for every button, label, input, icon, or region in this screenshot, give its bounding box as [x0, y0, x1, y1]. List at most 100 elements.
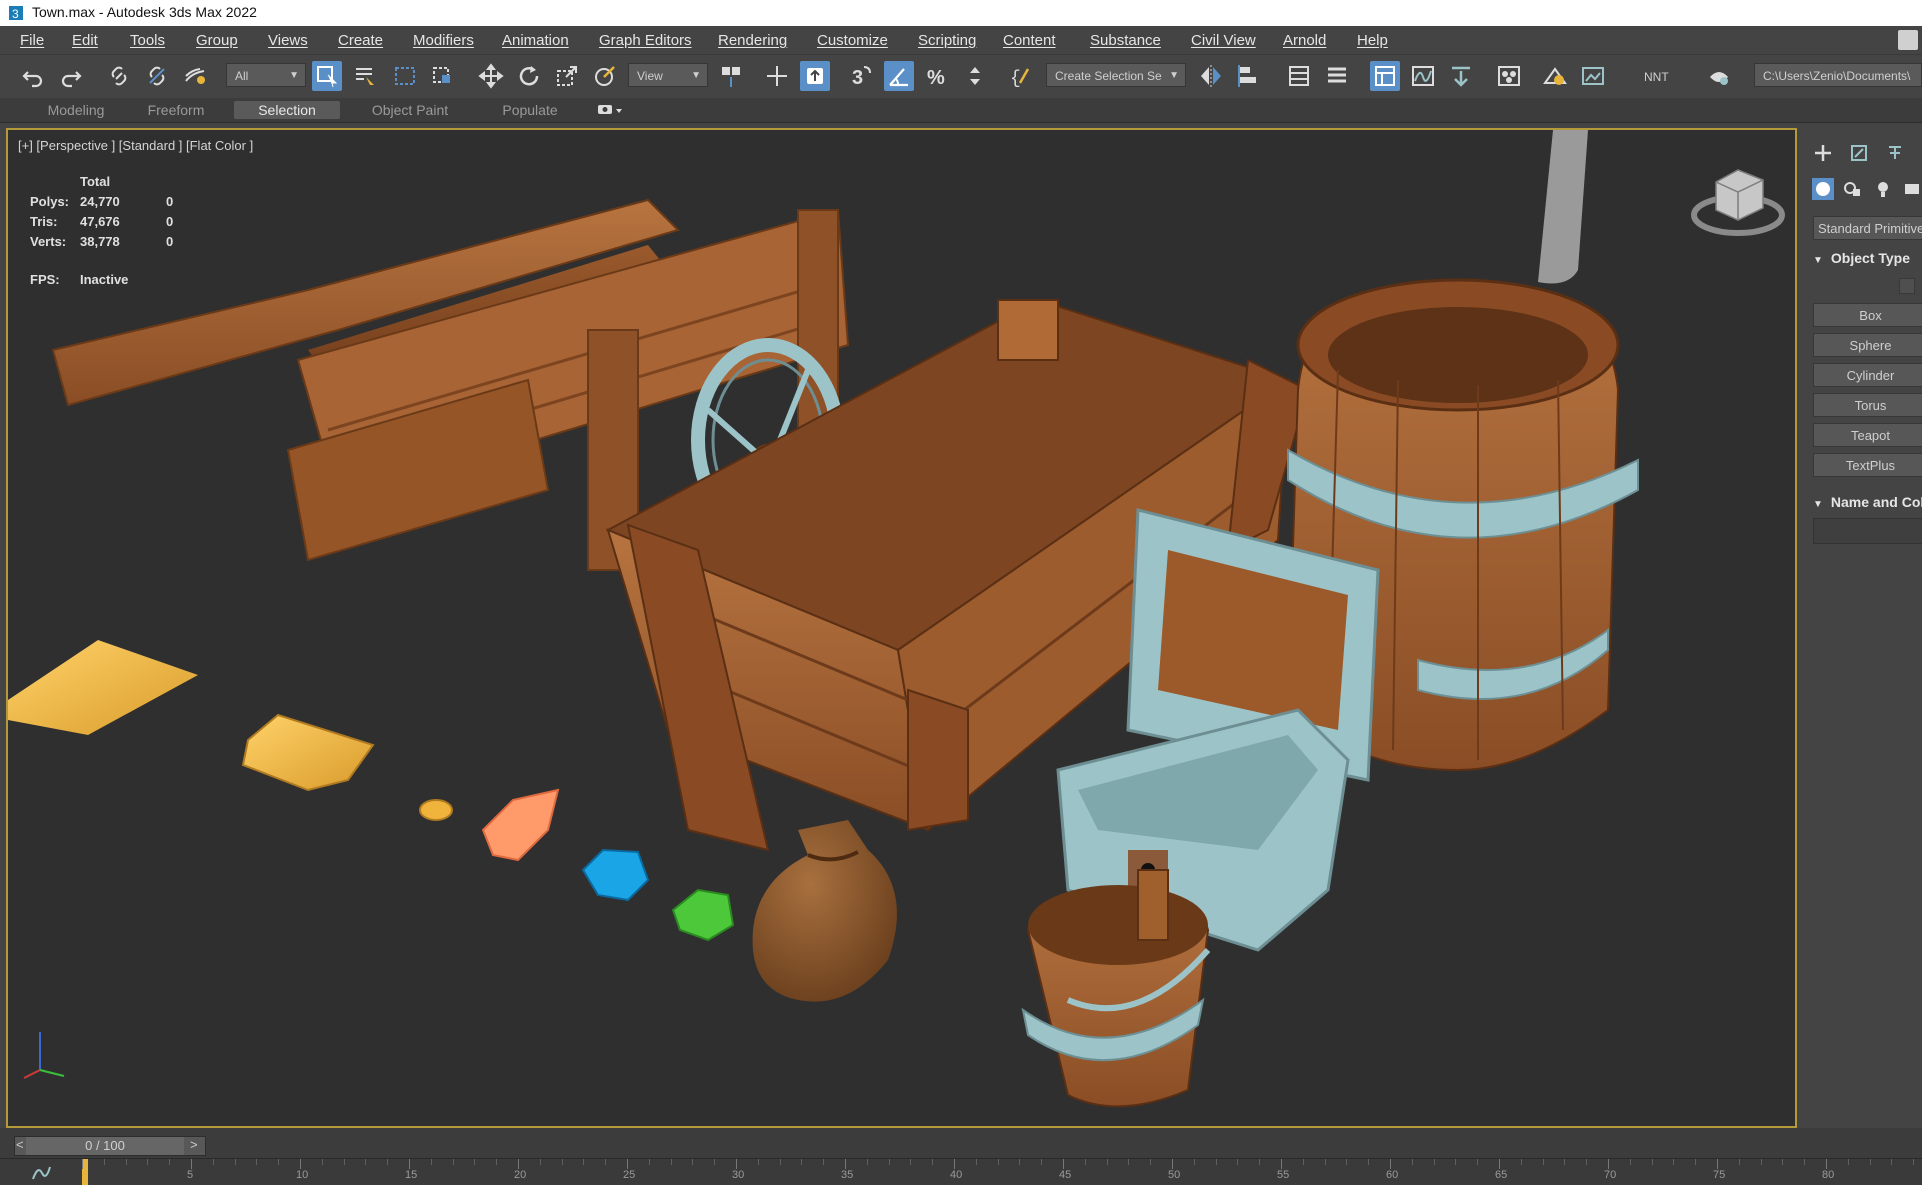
menu-arnold[interactable]: Arnold — [1283, 32, 1326, 49]
menu-create[interactable]: Create — [338, 32, 383, 49]
timeline-tick-label: 45 — [1059, 1169, 1072, 1181]
edit-named-selection-icon[interactable]: { — [1006, 61, 1036, 91]
menu-views[interactable]: Views — [268, 32, 308, 49]
menu-customize[interactable]: Customize — [817, 32, 888, 49]
menu-graph-editors[interactable]: Graph Editors — [599, 32, 692, 49]
percent-snap-icon[interactable]: % — [922, 61, 952, 91]
spinner-snap-icon[interactable] — [960, 61, 990, 91]
name-and-color-rollout[interactable]: ▼ Name and Col — [1813, 494, 1922, 510]
window-crossing-icon[interactable] — [428, 61, 458, 91]
modify-panel-tab-icon[interactable] — [1845, 140, 1873, 166]
shapes-category-icon[interactable] — [1839, 176, 1867, 202]
redo-icon[interactable] — [56, 61, 86, 91]
ribbon-tab-modeling[interactable]: Modeling — [30, 101, 122, 119]
menu-content[interactable]: Content — [1003, 32, 1056, 49]
menu-civil-view[interactable]: Civil View — [1191, 32, 1256, 49]
menu-help[interactable]: Help — [1357, 32, 1388, 49]
render-setup-icon[interactable] — [1540, 61, 1570, 91]
ribbon-tab-freeform[interactable]: Freeform — [130, 101, 222, 119]
select-by-name-icon[interactable] — [350, 61, 380, 91]
named-selection-dropdown[interactable]: Create Selection Se ▼ — [1046, 63, 1186, 87]
rect-selection-icon[interactable] — [390, 61, 420, 91]
object-name-field[interactable] — [1813, 518, 1922, 544]
menu-tools[interactable]: Tools — [130, 32, 165, 49]
object-type-rollout[interactable]: ▼ Object Type — [1813, 250, 1910, 266]
scale-icon[interactable] — [552, 61, 582, 91]
keyboard-shortcut-override-icon[interactable] — [800, 61, 830, 91]
menu-edit[interactable]: Edit — [72, 32, 98, 49]
select-object-icon[interactable] — [312, 61, 342, 91]
perspective-viewport[interactable]: [+] [Perspective ] [Standard ] [Flat Col… — [6, 128, 1797, 1128]
time-slider-thumb[interactable]: 0 / 100 — [26, 1137, 184, 1155]
unlink-icon[interactable] — [142, 61, 172, 91]
cameras-category-icon[interactable] — [1897, 176, 1922, 202]
undo-icon[interactable] — [18, 61, 48, 91]
teapot-button[interactable]: Teapot — [1813, 423, 1922, 447]
viewcube[interactable] — [1691, 169, 1785, 236]
bind-space-warp-icon[interactable] — [180, 61, 210, 91]
menu-scripting[interactable]: Scripting — [918, 32, 976, 49]
timeline-subtick — [496, 1159, 498, 1165]
ribbon-tab-object-paint[interactable]: Object Paint — [356, 101, 464, 119]
move-icon[interactable] — [476, 61, 506, 91]
scene-explorer-icon[interactable] — [1284, 61, 1314, 91]
menu-modifiers[interactable]: Modifiers — [413, 32, 474, 49]
prev-frame-button[interactable]: < — [16, 1137, 24, 1152]
geometry-category-icon[interactable] — [1809, 176, 1837, 202]
timeline-subtick — [1041, 1159, 1043, 1165]
timeline-subtick — [1913, 1159, 1915, 1165]
mirror-icon[interactable] — [1196, 61, 1226, 91]
project-path-field[interactable]: C:\Users\Zenio\Documents\ — [1754, 63, 1922, 87]
create-panel-tab-icon[interactable] — [1809, 140, 1837, 166]
timeline-subtick — [1324, 1159, 1326, 1165]
placement-icon[interactable] — [590, 61, 620, 91]
timeline-tick-label: 10 — [296, 1169, 309, 1181]
chevron-down-icon: ▼ — [1169, 70, 1179, 81]
timeline-subtick — [888, 1159, 890, 1165]
ribbon-tab-selection[interactable]: Selection — [234, 101, 340, 119]
timeline-subtick — [714, 1159, 716, 1165]
torus-button[interactable]: Torus — [1813, 393, 1922, 417]
category-dropdown[interactable]: Standard Primitives — [1813, 216, 1922, 240]
reference-coordinate-dropdown[interactable]: View ▼ — [628, 63, 708, 87]
timeline-tick — [409, 1159, 410, 1169]
box-button[interactable]: Box — [1813, 303, 1922, 327]
schematic-view-icon[interactable] — [1446, 61, 1476, 91]
selection-filter-dropdown[interactable]: All ▼ — [226, 63, 306, 87]
green-gem — [671, 888, 735, 942]
curve-editor-icon[interactable] — [1408, 61, 1438, 91]
timeline-subtick — [561, 1159, 563, 1165]
ribbon-tab-populate[interactable]: Populate — [480, 101, 580, 119]
next-frame-button[interactable]: > — [190, 1137, 198, 1152]
rotate-icon[interactable] — [514, 61, 544, 91]
pivot-center-icon[interactable] — [716, 61, 746, 91]
gold-plate — [8, 640, 198, 735]
snaps-toggle-icon[interactable]: 3 — [846, 61, 876, 91]
layer-explorer-icon[interactable] — [1322, 61, 1352, 91]
timeline-subtick — [212, 1159, 214, 1165]
link-icon[interactable] — [104, 61, 134, 91]
ribbon-options-icon[interactable] — [596, 101, 626, 119]
align-icon[interactable] — [1234, 61, 1264, 91]
angle-snap-icon[interactable] — [884, 61, 914, 91]
menu-group[interactable]: Group — [196, 32, 238, 49]
menu-file[interactable]: File — [20, 32, 44, 49]
menu-animation[interactable]: Animation — [502, 32, 569, 49]
rendered-frame-window-icon[interactable] — [1578, 61, 1608, 91]
menu-substance[interactable]: Substance — [1090, 32, 1161, 49]
menu-rendering[interactable]: Rendering — [718, 32, 787, 49]
hierarchy-panel-tab-icon[interactable] — [1881, 140, 1909, 166]
lights-category-icon[interactable] — [1869, 176, 1897, 202]
sphere-button[interactable]: Sphere — [1813, 333, 1922, 357]
textplus-button[interactable]: TextPlus — [1813, 453, 1922, 477]
render-production-icon[interactable] — [1704, 61, 1734, 91]
ribbon-toggle-icon[interactable] — [1370, 61, 1400, 91]
mini-curve-editor-icon[interactable] — [30, 1161, 52, 1183]
autogrid-checkbox[interactable] — [1899, 278, 1915, 294]
user-account-icon[interactable] — [1898, 30, 1918, 50]
timeline-tick — [1826, 1159, 1827, 1169]
select-manipulate-icon[interactable] — [762, 61, 792, 91]
track-bar[interactable]: 5 10 15 20 25 30 35 40 45 50 55 60 65 70 75 80 — [0, 1158, 1922, 1185]
cylinder-button[interactable]: Cylinder — [1813, 363, 1922, 387]
material-editor-icon[interactable] — [1494, 61, 1524, 91]
